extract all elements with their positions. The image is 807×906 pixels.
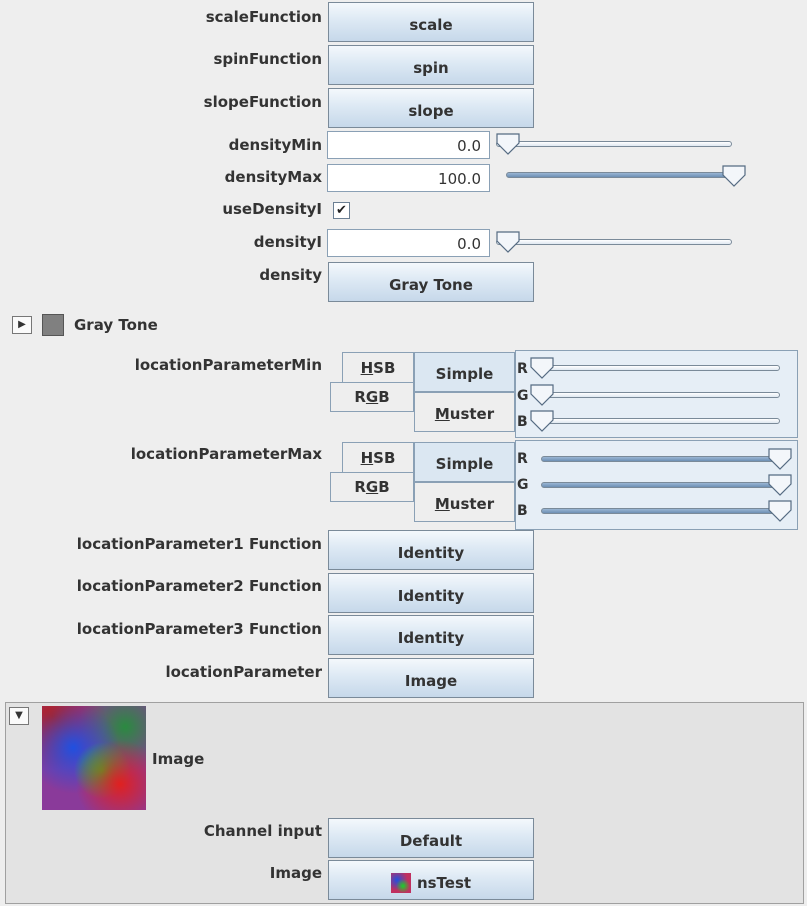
tab-rgb-max[interactable]: RGB (330, 472, 414, 502)
spin-function-label: spinFunction (213, 50, 322, 68)
location-max-b-label: B (517, 503, 528, 519)
density-min-slider-track[interactable] (496, 141, 732, 147)
density-i-slider-track[interactable] (496, 239, 732, 245)
location-min-r-label: R (517, 361, 528, 377)
location-min-label: locationParameterMin (134, 356, 322, 374)
density-min-field[interactable]: 0.0 (327, 131, 490, 159)
density-max-slider-track[interactable] (506, 172, 732, 178)
tab-muster-min[interactable]: Muster (414, 392, 515, 432)
location-max-r-thumb[interactable] (768, 448, 792, 470)
image-section-title: Image (152, 750, 205, 768)
image-button-label: nsTest (416, 874, 472, 892)
tab-muster-max[interactable]: Muster (414, 482, 515, 522)
density-max-field[interactable]: 100.0 (327, 164, 490, 192)
image-label: Image (269, 864, 322, 882)
location-min-r-track[interactable] (534, 365, 780, 371)
channel-input-button[interactable]: Default (328, 818, 534, 858)
use-density-i-label: useDensityI (222, 200, 322, 218)
expand-toggle-icon[interactable]: ▶ (12, 316, 32, 334)
density-i-label: densityI (253, 233, 322, 251)
density-i-slider-thumb[interactable] (496, 231, 520, 253)
location-max-g-thumb[interactable] (768, 474, 792, 496)
location-min-b-label: B (517, 414, 528, 430)
gray-tone-swatch (42, 314, 64, 336)
density-label: density (259, 266, 322, 284)
location-min-b-thumb[interactable] (530, 410, 554, 432)
location-max-g-label: G (517, 477, 529, 493)
location-param1-function-label: locationParameter1 Function (76, 535, 322, 553)
channel-input-label: Channel input (203, 822, 322, 840)
location-parameter-label: locationParameter (165, 663, 322, 681)
slope-function-label: slopeFunction (203, 93, 322, 111)
image-thumbnail (42, 706, 146, 810)
use-density-i-checkbox[interactable]: ✔ (333, 202, 350, 219)
location-parameter-button[interactable]: Image (328, 658, 534, 698)
image-button-thumbnail-icon (390, 873, 411, 893)
slope-function-button[interactable]: slope (328, 88, 534, 128)
location-min-g-label: G (517, 388, 529, 404)
location-min-g-thumb[interactable] (530, 384, 554, 406)
scale-function-button[interactable]: scale (328, 2, 534, 42)
density-max-slider-thumb[interactable] (722, 165, 746, 187)
tab-simple-max[interactable]: Simple (414, 442, 515, 482)
spin-function-button[interactable]: spin (328, 45, 534, 85)
tab-hsb-min[interactable]: H SB (342, 352, 414, 382)
location-max-r-track[interactable] (541, 456, 780, 462)
collapse-toggle-icon[interactable]: ▼ (9, 707, 29, 725)
tab-simple-min[interactable]: Simple (414, 352, 515, 392)
density-i-field[interactable]: 0.0 (327, 229, 490, 257)
location-param2-function-button[interactable]: Identity (328, 573, 534, 613)
location-max-b-thumb[interactable] (768, 500, 792, 522)
location-max-r-label: R (517, 451, 528, 467)
image-button[interactable]: nsTest (328, 860, 534, 900)
location-param1-function-button[interactable]: Identity (328, 530, 534, 570)
location-max-g-track[interactable] (541, 482, 780, 488)
location-param3-function-label: locationParameter3 Function (76, 620, 322, 638)
location-max-label: locationParameterMax (130, 445, 322, 463)
density-min-slider-thumb[interactable] (496, 133, 520, 155)
tab-rgb-min[interactable]: RGB (330, 382, 414, 412)
density-button[interactable]: Gray Tone (328, 262, 534, 302)
tab-hsb-max[interactable]: H SB (342, 442, 414, 472)
location-param3-function-button[interactable]: Identity (328, 615, 534, 655)
scale-function-label: scaleFunction (205, 8, 322, 26)
location-param2-function-label: locationParameter2 Function (76, 577, 322, 595)
density-max-label: densityMax (224, 168, 322, 186)
location-min-r-thumb[interactable] (530, 357, 554, 379)
gray-tone-title: Gray Tone (74, 316, 158, 334)
location-min-g-track[interactable] (534, 392, 780, 398)
density-min-label: densityMin (228, 136, 322, 154)
location-min-b-track[interactable] (534, 418, 780, 424)
location-max-b-track[interactable] (541, 508, 780, 514)
